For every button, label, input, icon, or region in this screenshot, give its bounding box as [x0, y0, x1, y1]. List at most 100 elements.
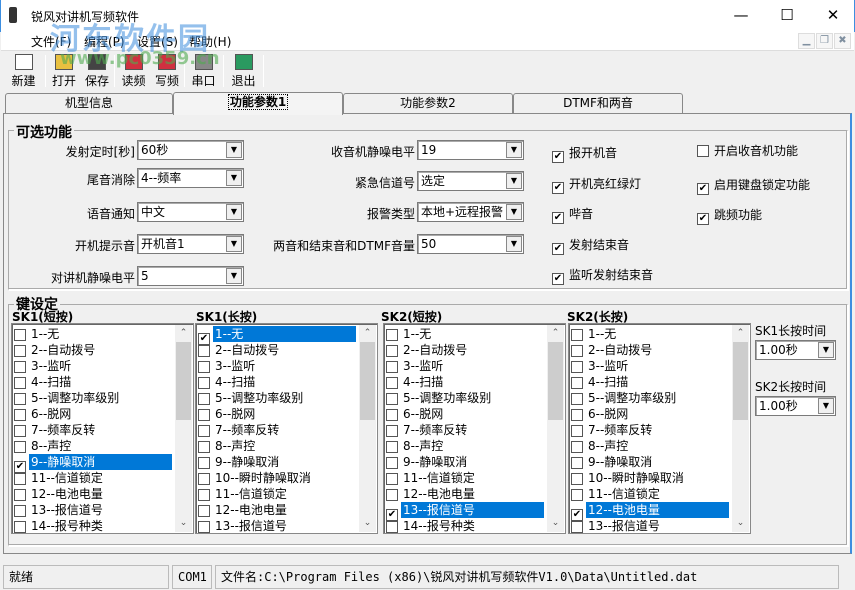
option-checkbox[interactable]: ✔开机亮红绿灯 [552, 175, 641, 194]
option-select[interactable]: 19▼ [417, 140, 524, 160]
checkbox-icon[interactable] [14, 521, 26, 533]
checkbox-icon[interactable] [198, 393, 210, 405]
toolbar-button-6[interactable]: 退出 [227, 53, 260, 89]
list-item[interactable]: 14--报号种类 [14, 518, 176, 534]
checkbox-icon[interactable] [14, 505, 26, 517]
scrollbar[interactable]: ⌃⌄ [732, 325, 749, 532]
list-item[interactable]: 1--无 [571, 326, 733, 342]
option-select[interactable]: 50▼ [417, 234, 524, 254]
checkbox-icon[interactable] [14, 409, 26, 421]
checkbox-icon[interactable]: ✔ [552, 273, 564, 285]
list-item[interactable]: 8--声控 [14, 438, 176, 454]
list-item[interactable]: 2--自动拨号 [198, 342, 360, 358]
list-item[interactable]: 13--报信道号 [571, 518, 733, 534]
scroll-down-icon[interactable]: ⌄ [175, 515, 192, 532]
checkbox-icon[interactable] [571, 473, 583, 485]
list-item[interactable]: 5--调整功率级别 [198, 390, 360, 406]
sk2-long-press-time-select[interactable]: 1.00秒▼ [755, 396, 836, 416]
checkbox-icon[interactable] [386, 521, 398, 533]
checkbox-icon[interactable] [386, 425, 398, 437]
scrollbar[interactable]: ⌃⌄ [359, 325, 376, 532]
checkbox-icon[interactable] [571, 425, 583, 437]
checkbox-icon[interactable] [14, 473, 26, 485]
list-item[interactable]: 13--报信道号 [198, 518, 360, 534]
list-item[interactable]: 6--脱网 [14, 406, 176, 422]
checkbox-icon[interactable] [386, 329, 398, 341]
checkbox-icon[interactable] [571, 441, 583, 453]
checkbox-icon[interactable] [386, 361, 398, 373]
option-select[interactable]: 本地+远程报警▼ [417, 202, 524, 222]
checkbox-icon[interactable] [697, 145, 709, 157]
checkbox-icon[interactable] [571, 521, 583, 533]
scroll-up-icon[interactable]: ⌃ [175, 325, 192, 342]
scroll-down-icon[interactable]: ⌄ [547, 515, 564, 532]
scrollbar[interactable]: ⌃⌄ [175, 325, 192, 532]
checkbox-icon[interactable] [198, 457, 210, 469]
checkbox-icon[interactable] [571, 489, 583, 501]
chevron-down-icon[interactable]: ▼ [818, 398, 834, 414]
checkbox-icon[interactable]: ✔ [697, 183, 709, 195]
list-item[interactable]: 9--静噪取消 [571, 454, 733, 470]
list-item[interactable]: 4--扫描 [198, 374, 360, 390]
checkbox-icon[interactable] [14, 345, 26, 357]
list-item[interactable]: 13--报信道号 [14, 502, 176, 518]
tab-1[interactable]: 功能参数1 [173, 92, 343, 115]
checkbox-icon[interactable]: ✔ [552, 182, 564, 194]
list-item[interactable]: 3--监听 [198, 358, 360, 374]
list-item[interactable]: 6--脱网 [198, 406, 360, 422]
list-item[interactable]: 11--信道锁定 [571, 486, 733, 502]
list-item[interactable]: 7--频率反转 [571, 422, 733, 438]
checkbox-icon[interactable]: ✔ [552, 243, 564, 255]
checkbox-icon[interactable] [571, 377, 583, 389]
scrollbar-thumb[interactable] [176, 342, 191, 420]
scroll-up-icon[interactable]: ⌃ [547, 325, 564, 342]
key-function-list[interactable]: 1--无2--自动拨号3--监听4--扫描5--调整功率级别6--脱网7--频率… [11, 323, 194, 534]
checkbox-icon[interactable] [386, 441, 398, 453]
chevron-down-icon[interactable]: ▼ [818, 342, 834, 358]
option-checkbox[interactable]: ✔监听发射结束音 [552, 266, 653, 285]
chevron-down-icon[interactable]: ▼ [506, 142, 522, 158]
checkbox-icon[interactable] [198, 489, 210, 501]
list-item[interactable]: 12--电池电量 [198, 502, 360, 518]
scroll-up-icon[interactable]: ⌃ [359, 325, 376, 342]
list-item[interactable]: 5--调整功率级别 [14, 390, 176, 406]
list-item[interactable]: 10--瞬时静噪取消 [198, 470, 360, 486]
list-item[interactable]: 3--监听 [386, 358, 548, 374]
chevron-down-icon[interactable]: ▼ [226, 268, 242, 284]
list-item[interactable]: 11--信道锁定 [386, 470, 548, 486]
list-item[interactable]: 9--静噪取消 [386, 454, 548, 470]
option-checkbox[interactable]: ✔跳频功能 [697, 206, 762, 225]
list-item[interactable]: 5--调整功率级别 [571, 390, 733, 406]
scroll-down-icon[interactable]: ⌄ [732, 515, 749, 532]
mdi-close-button[interactable]: ✖ [834, 33, 851, 49]
scroll-down-icon[interactable]: ⌄ [359, 515, 376, 532]
checkbox-icon[interactable] [571, 393, 583, 405]
checkbox-icon[interactable] [571, 345, 583, 357]
option-select[interactable]: 选定▼ [417, 171, 524, 191]
checkbox-icon[interactable] [198, 505, 210, 517]
list-item[interactable]: 12--电池电量 [386, 486, 548, 502]
checkbox-icon[interactable] [386, 457, 398, 469]
option-checkbox[interactable]: ✔启用键盘锁定功能 [697, 176, 810, 195]
sk1-long-press-time-select[interactable]: 1.00秒▼ [755, 340, 836, 360]
checkbox-icon[interactable] [198, 361, 210, 373]
checkbox-icon[interactable] [14, 393, 26, 405]
list-item[interactable]: ✔1--无 [198, 326, 360, 342]
checkbox-icon[interactable] [14, 441, 26, 453]
checkbox-icon[interactable]: ✔ [552, 151, 564, 163]
checkbox-icon[interactable] [198, 377, 210, 389]
tab-3[interactable]: DTMF和两音 [513, 93, 683, 114]
checkbox-icon[interactable] [571, 457, 583, 469]
list-item[interactable]: 7--频率反转 [386, 422, 548, 438]
option-checkbox[interactable]: ✔发射结束音 [552, 236, 629, 255]
close-button[interactable]: ✕ [810, 0, 855, 30]
checkbox-icon[interactable] [198, 425, 210, 437]
option-checkbox[interactable]: ✔报开机音 [552, 144, 617, 163]
scrollbar-thumb[interactable] [548, 342, 563, 420]
checkbox-icon[interactable] [14, 329, 26, 341]
mdi-restore-button[interactable]: ❐ [816, 33, 833, 49]
list-item[interactable]: 6--脱网 [571, 406, 733, 422]
checkbox-icon[interactable] [14, 489, 26, 501]
checkbox-icon[interactable] [386, 393, 398, 405]
list-item[interactable]: 2--自动拨号 [14, 342, 176, 358]
